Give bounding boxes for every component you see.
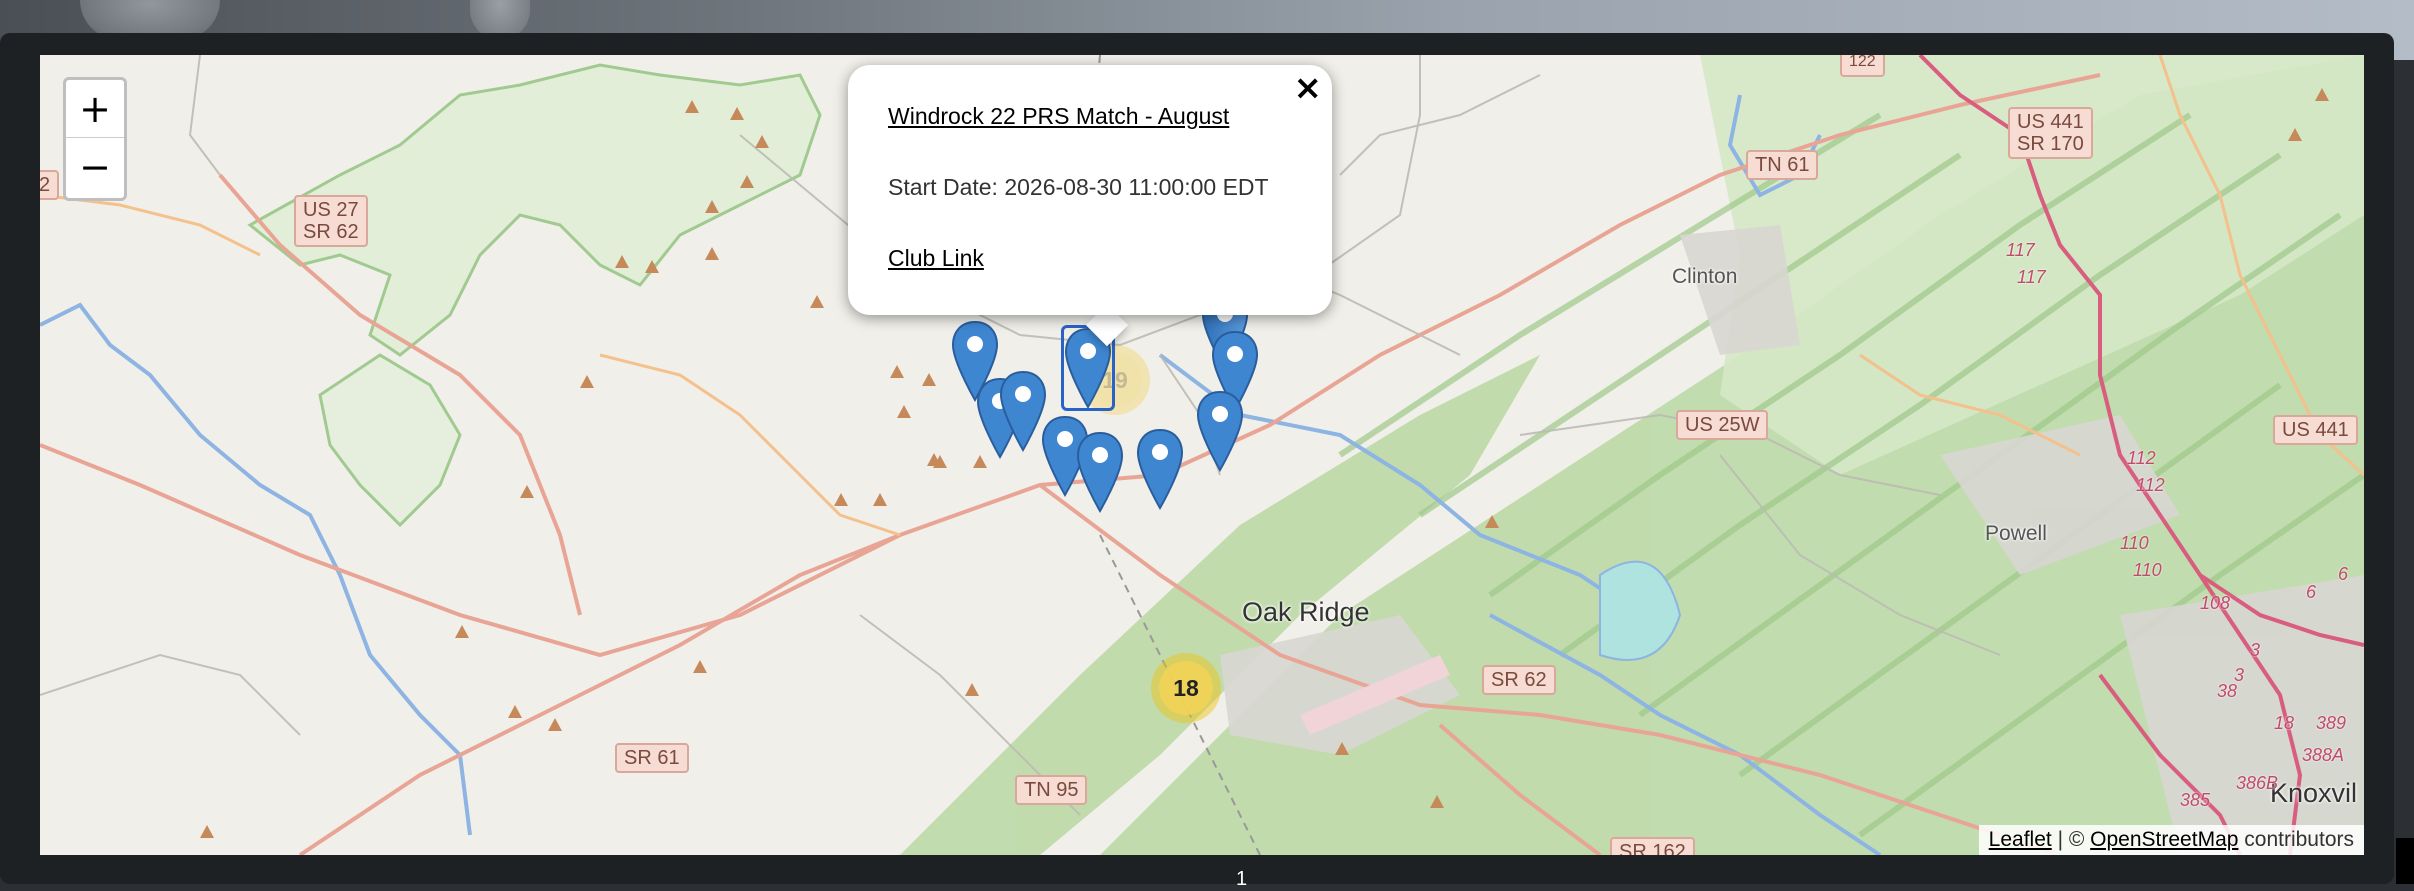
- town-label: Oak Ridge: [1242, 597, 1370, 627]
- road-label: SR 162: [1610, 837, 1695, 855]
- peak-icon: [890, 365, 904, 378]
- attribution-suffix: contributors: [2238, 828, 2354, 851]
- road-label: US 27 SR 62: [294, 195, 368, 247]
- route-number: 117: [2017, 267, 2046, 287]
- peak-icon: [548, 718, 562, 731]
- route-number: 110: [2133, 560, 2162, 580]
- peak-icon: [1430, 795, 1444, 808]
- peak-icon: [730, 107, 744, 120]
- peak-icon: [705, 200, 719, 213]
- peak-icon: [933, 455, 947, 468]
- peak-icon: [810, 295, 824, 308]
- peak-icon: [740, 175, 754, 188]
- road-label: TN 95: [1015, 775, 1088, 805]
- route-number: 3: [2250, 640, 2261, 660]
- route-number: 108: [2200, 593, 2231, 613]
- peak-icon: [520, 485, 534, 498]
- peak-icon: [580, 375, 594, 388]
- town-label: Clinton: [1672, 265, 1738, 288]
- openstreetmap-link[interactable]: OpenStreetMap: [2090, 828, 2238, 851]
- event-marker[interactable]: [1135, 428, 1185, 510]
- peak-icon: [2288, 128, 2302, 141]
- event-marker[interactable]: [998, 370, 1048, 452]
- peak-icon: [922, 373, 936, 386]
- peak-icon: [645, 260, 659, 273]
- route-number: 388A: [2302, 745, 2345, 765]
- road-label: US 441: [2273, 415, 2358, 445]
- town-label: Powell: [1985, 522, 2047, 545]
- peak-icon: [755, 135, 769, 148]
- marker-cluster[interactable]: 18: [1151, 653, 1221, 723]
- route-number: 38: [2217, 681, 2238, 701]
- cluster-count: 18: [1159, 661, 1213, 715]
- map-attribution: Leaflet | © OpenStreetMap contributors: [1978, 825, 2364, 855]
- road-label: SR 62: [1482, 665, 1556, 695]
- event-start-date: Start Date: 2026-08-30 11:00:00 EDT: [888, 174, 1269, 200]
- route-number: 18: [2274, 713, 2295, 733]
- peak-icon: [508, 705, 522, 718]
- road-label: US 441 SR 170: [2008, 107, 2093, 159]
- road-label: US 25W: [1676, 410, 1769, 440]
- zoom-control: + −: [63, 77, 127, 201]
- road-label: TN 61: [1746, 150, 1819, 180]
- route-number: 112: [2136, 475, 2165, 495]
- event-popup: × Windrock 22 PRS Match - August Start D…: [848, 65, 1332, 315]
- peak-icon: [834, 493, 848, 506]
- peak-icon: [200, 825, 214, 838]
- peak-icon: [685, 100, 699, 113]
- route-number: 112: [2127, 448, 2156, 468]
- scrollbar-corner: [2396, 838, 2414, 884]
- route-number: 6: [2338, 564, 2349, 584]
- road-label: 122: [1840, 55, 1885, 77]
- route-number: 385: [2180, 790, 2211, 810]
- peak-icon: [705, 247, 719, 260]
- road-label: 2: [40, 170, 60, 200]
- peak-icon: [1485, 515, 1499, 528]
- event-marker[interactable]: [1075, 431, 1125, 513]
- map-container[interactable]: US 27 SR 62 TN 61 US 441 SR 170 US 25W U…: [40, 55, 2364, 855]
- route-number: 117: [2006, 240, 2035, 260]
- peak-icon: [455, 625, 469, 638]
- attribution-separator: | ©: [2051, 828, 2091, 851]
- page-text-fragment: 1: [1236, 868, 1248, 890]
- route-number: 6: [2306, 582, 2317, 602]
- event-title-link[interactable]: Windrock 22 PRS Match - August: [888, 103, 1292, 130]
- peak-icon: [965, 683, 979, 696]
- route-number: 386B: [2236, 773, 2279, 793]
- peak-icon: [615, 255, 629, 268]
- peak-icon: [897, 405, 911, 418]
- zoom-out-button[interactable]: −: [66, 138, 124, 196]
- zoom-in-button[interactable]: +: [66, 80, 124, 138]
- peak-icon: [2315, 88, 2329, 101]
- event-marker[interactable]: [1195, 390, 1245, 472]
- route-number: 389: [2316, 713, 2347, 733]
- close-icon[interactable]: ×: [1294, 71, 1323, 105]
- peak-icon: [693, 660, 707, 673]
- peak-icon: [873, 493, 887, 506]
- route-number: 110: [2120, 533, 2149, 553]
- road-label: SR 61: [615, 743, 689, 773]
- leaflet-link[interactable]: Leaflet: [1989, 828, 2052, 851]
- club-link[interactable]: Club Link: [888, 245, 1292, 272]
- town-label: Knoxvil: [2270, 778, 2358, 808]
- peak-icon: [1335, 742, 1349, 755]
